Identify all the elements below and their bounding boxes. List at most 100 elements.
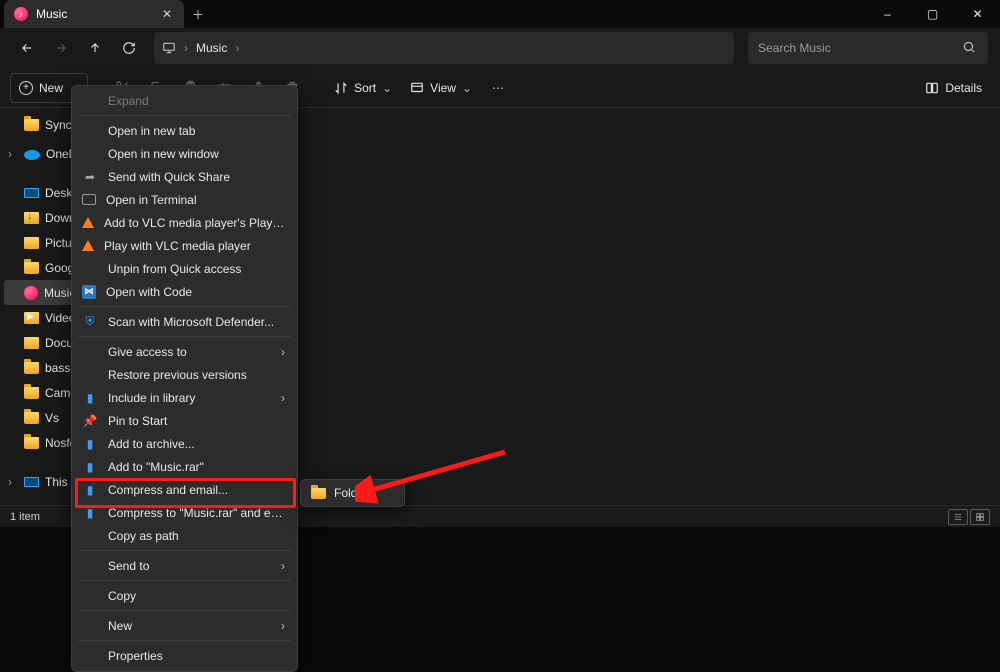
sort-button[interactable]: Sort ⌄ <box>326 73 400 103</box>
doc-icon <box>24 337 39 349</box>
menu-item-expand: Expand <box>72 90 297 112</box>
menu-item-label: Add to VLC media player's Playlist <box>104 216 285 230</box>
menu-item-label: Properties <box>108 649 285 663</box>
menu-item-open-in-new-tab[interactable]: Open in new tab <box>72 119 297 142</box>
menu-item-label: Copy as path <box>108 529 285 543</box>
close-window-button[interactable]: ✕ <box>955 0 1000 28</box>
folder-icon <box>24 437 39 449</box>
menu-item-play-with-vlc-media-player[interactable]: Play with VLC media player <box>72 234 297 257</box>
menu-item-label: Expand <box>108 94 285 108</box>
menu-item-add-to-music-rar[interactable]: ▮Add to "Music.rar" <box>72 455 297 478</box>
menu-separator <box>78 580 291 581</box>
books-icon: ▮ <box>82 482 98 498</box>
monitor-icon <box>24 188 39 198</box>
pic-icon <box>24 237 39 249</box>
minimize-button[interactable]: – <box>865 0 910 28</box>
blank-icon <box>82 93 98 109</box>
menu-item-send-to[interactable]: Send to› <box>72 554 297 577</box>
menu-separator <box>78 550 291 551</box>
menu-item-give-access-to[interactable]: Give access to› <box>72 340 297 363</box>
menu-item-label: Open in Terminal <box>106 193 285 207</box>
menu-item-label: Open with Code <box>106 285 285 299</box>
monitor-icon <box>162 41 176 55</box>
menu-item-label: Give access to <box>108 345 271 359</box>
context-menu: ExpandOpen in new tabOpen in new window➦… <box>71 85 298 672</box>
search-placeholder: Search Music <box>758 41 962 55</box>
share-icon: ➦ <box>82 169 98 185</box>
menu-item-copy-as-path[interactable]: Copy as path <box>72 524 297 547</box>
down-icon <box>24 212 39 224</box>
details-button[interactable]: Details <box>917 73 990 103</box>
maximize-button[interactable]: ▢ <box>910 0 955 28</box>
menu-item-copy[interactable]: Copy <box>72 584 297 607</box>
close-tab-icon[interactable]: ✕ <box>160 7 174 21</box>
menu-item-label: Add to archive... <box>108 437 285 451</box>
menu-item-add-to-archive[interactable]: ▮ Add to archive... <box>72 432 297 455</box>
vlc-icon <box>82 217 94 228</box>
blank-icon <box>82 367 98 383</box>
up-button[interactable] <box>80 33 110 63</box>
new-tab-button[interactable]: ＋ <box>184 0 212 28</box>
tab-label: Music <box>36 7 152 21</box>
back-button[interactable] <box>12 33 42 63</box>
thumbnails-view-icon[interactable] <box>970 509 990 525</box>
menu-separator <box>78 336 291 337</box>
menu-item-open-with-code[interactable]: ⋈ Open with Code <box>72 280 297 303</box>
search-input[interactable]: Search Music <box>748 32 988 64</box>
code-icon: ⋈ <box>82 285 96 299</box>
monitor-icon <box>24 477 39 487</box>
breadcrumb[interactable]: › Music › <box>154 32 734 64</box>
more-button[interactable]: ⋯ <box>482 73 514 103</box>
menu-item-unpin-from-quick-access[interactable]: Unpin from Quick access <box>72 257 297 280</box>
menu-item-restore-previous-versions[interactable]: Restore previous versions <box>72 363 297 386</box>
menu-item-new[interactable]: New› <box>72 614 297 637</box>
menu-item-open-in-terminal[interactable]: Open in Terminal <box>72 188 297 211</box>
blank-icon <box>82 618 98 634</box>
menu-item-include-in-library[interactable]: ▮Include in library› <box>72 386 297 409</box>
menu-item-compress-and-email[interactable]: ▮Compress and email... <box>72 478 297 501</box>
folder-icon <box>24 387 39 399</box>
chevron-right-icon: › <box>281 619 285 633</box>
menu-item-label: Include in library <box>108 391 271 405</box>
menu-item-scan-with-microsoft-defender[interactable]: ⛨Scan with Microsoft Defender... <box>72 310 297 333</box>
submenu-folder[interactable]: Folder <box>300 479 405 507</box>
menu-item-add-to-vlc-media-player-s-playlist[interactable]: Add to VLC media player's Playlist <box>72 211 297 234</box>
view-icon <box>410 81 424 95</box>
blank-icon <box>82 261 98 277</box>
books-icon: ▮ <box>82 459 98 475</box>
menu-separator <box>78 306 291 307</box>
forward-button[interactable] <box>46 33 76 63</box>
nav-bar: › Music › Search Music <box>0 28 1000 68</box>
details-view-icon[interactable] <box>948 509 968 525</box>
tab-music[interactable]: ♪ Music ✕ <box>4 0 184 28</box>
search-icon <box>962 40 978 56</box>
view-button[interactable]: View ⌄ <box>402 73 480 103</box>
menu-item-properties[interactable]: Properties <box>72 644 297 667</box>
books-icon: ▮ <box>82 436 98 452</box>
chevron-down-icon: ⌄ <box>462 81 472 95</box>
menu-item-label: Send with Quick Share <box>108 170 285 184</box>
folder-icon <box>311 488 326 499</box>
content-area[interactable] <box>186 108 1000 505</box>
vlc-icon <box>82 240 94 251</box>
folder-icon <box>24 362 39 374</box>
video-icon <box>24 312 39 324</box>
menu-item-label: Copy <box>108 589 285 603</box>
details-label: Details <box>945 81 982 95</box>
menu-item-pin-to-start[interactable]: 📌Pin to Start <box>72 409 297 432</box>
details-icon <box>925 81 939 95</box>
item-count: 1 item <box>10 511 40 523</box>
menu-item-send-with-quick-share[interactable]: ➦ Send with Quick Share <box>72 165 297 188</box>
view-label: View <box>430 81 456 95</box>
menu-item-label: Send to <box>108 559 271 573</box>
refresh-button[interactable] <box>114 33 144 63</box>
chevron-right-icon: › <box>281 391 285 405</box>
menu-separator <box>78 115 291 116</box>
menu-item-open-in-new-window[interactable]: Open in new window <box>72 142 297 165</box>
music-icon: ♪ <box>14 7 28 21</box>
breadcrumb-segment[interactable]: Music <box>196 41 227 55</box>
sort-icon <box>334 81 348 95</box>
plus-circle-icon: + <box>19 81 33 95</box>
new-label: New <box>39 81 63 95</box>
menu-item-compress-to-music-rar-and-email[interactable]: ▮Compress to "Music.rar" and email <box>72 501 297 524</box>
